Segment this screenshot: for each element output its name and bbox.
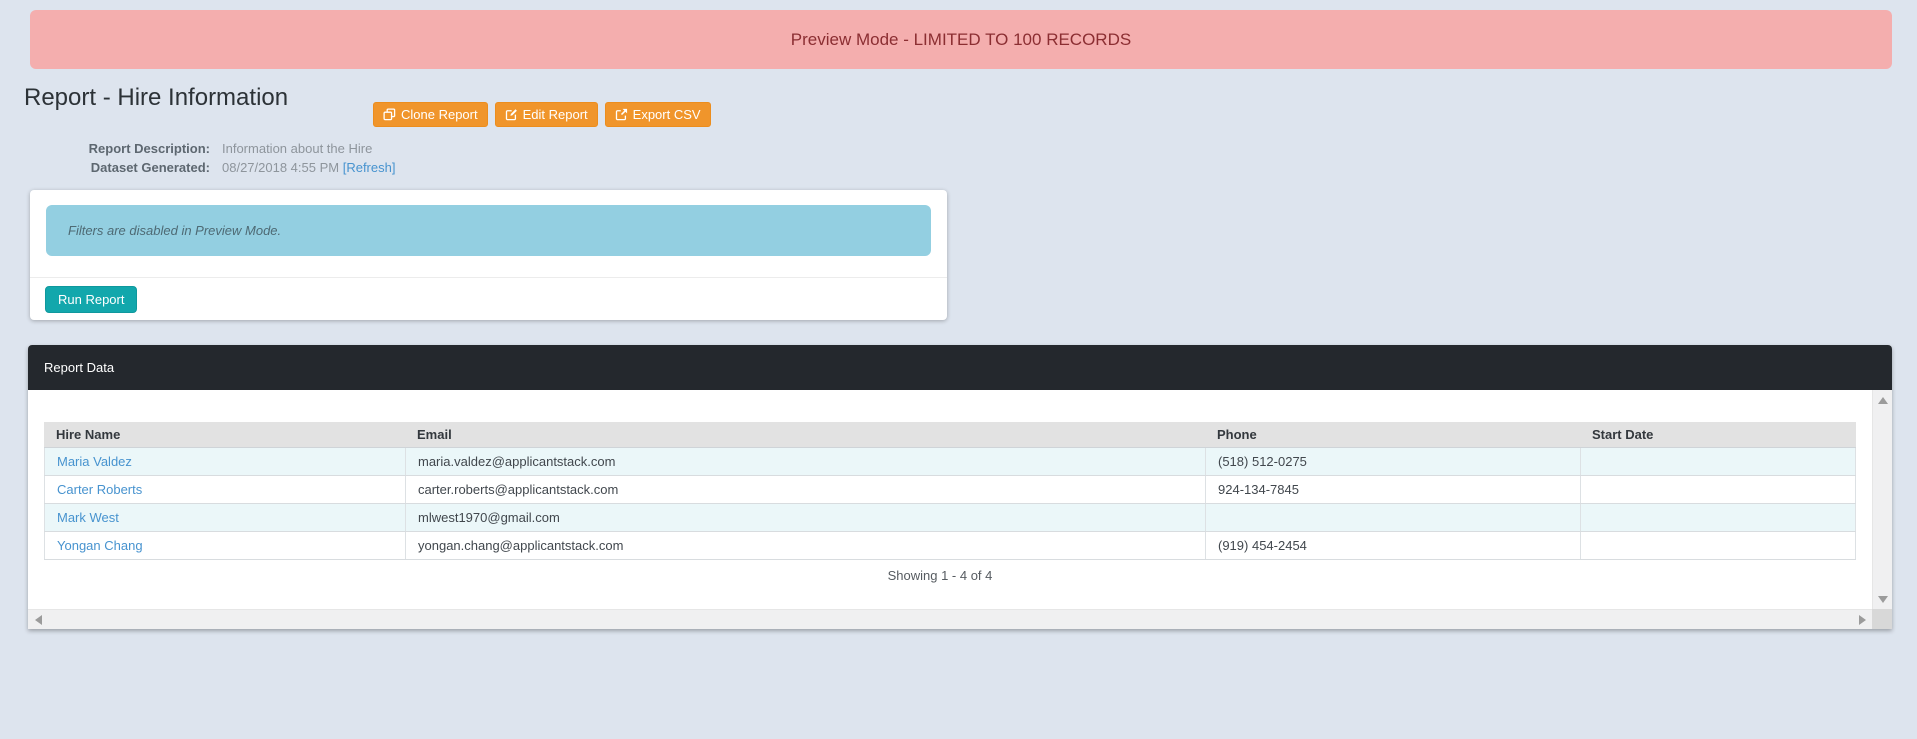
table-row: Maria Valdez maria.valdez@applicantstack… bbox=[44, 448, 1856, 476]
start-date-cell bbox=[1580, 532, 1856, 559]
report-data-header: Report Data bbox=[28, 345, 1892, 390]
dataset-generated-value: 08/27/2018 4:55 PM [Refresh] bbox=[222, 160, 396, 175]
report-data-panel: Report Data Hire Name Email Phone Start … bbox=[28, 345, 1892, 629]
card-divider bbox=[30, 277, 947, 278]
arrow-down-icon bbox=[1878, 595, 1888, 603]
phone-cell: 924-134-7845 bbox=[1205, 476, 1580, 503]
export-csv-label: Export CSV bbox=[632, 107, 701, 122]
column-header-hire-name: Hire Name bbox=[56, 427, 121, 442]
column-header-start-date: Start Date bbox=[1592, 427, 1654, 442]
phone-cell: (919) 454-2454 bbox=[1205, 532, 1580, 559]
filters-disabled-text: Filters are disabled in Preview Mode. bbox=[68, 223, 282, 238]
email-cell: carter.roberts@applicantstack.com bbox=[405, 476, 1205, 503]
hire-name-link[interactable]: Mark West bbox=[57, 510, 119, 525]
table-header-row: Hire Name Email Phone Start Date bbox=[44, 422, 1856, 448]
table-row: Yongan Chang yongan.chang@applicantstack… bbox=[44, 532, 1856, 560]
report-data-title: Report Data bbox=[44, 360, 115, 375]
report-description-row: Report Description: Information about th… bbox=[80, 139, 395, 158]
edit-report-button[interactable]: Edit Report bbox=[494, 102, 598, 127]
preview-mode-banner-text: Preview Mode - LIMITED TO 100 RECORDS bbox=[790, 29, 1132, 49]
clone-report-label: Clone Report bbox=[401, 107, 478, 122]
scroll-down-button[interactable] bbox=[1873, 589, 1893, 609]
email-cell: maria.valdez@applicantstack.com bbox=[405, 448, 1205, 475]
dataset-generated-row: Dataset Generated: 08/27/2018 4:55 PM [R… bbox=[80, 158, 396, 177]
hire-name-link[interactable]: Maria Valdez bbox=[57, 454, 132, 469]
scrollbar-corner bbox=[1872, 609, 1892, 629]
clone-icon bbox=[383, 108, 396, 121]
filters-card: Filters are disabled in Preview Mode. Ru… bbox=[30, 190, 947, 320]
start-date-cell bbox=[1580, 476, 1856, 503]
clone-report-button[interactable]: Clone Report bbox=[373, 102, 488, 127]
edit-report-label: Edit Report bbox=[522, 107, 588, 122]
filters-disabled-notice: Filters are disabled in Preview Mode. bbox=[46, 205, 931, 256]
report-description-value: Information about the Hire bbox=[222, 141, 373, 156]
report-description-label: Report Description: bbox=[88, 141, 210, 156]
page-title: Report - Hire Information bbox=[24, 84, 289, 111]
run-report-button[interactable]: Run Report bbox=[45, 286, 138, 313]
scroll-up-button[interactable] bbox=[1873, 390, 1893, 410]
report-toolbar: Clone Report Edit Report Export CSV bbox=[373, 102, 711, 127]
horizontal-scrollbar[interactable] bbox=[28, 609, 1872, 629]
hire-name-link[interactable]: Carter Roberts bbox=[57, 482, 142, 497]
export-icon bbox=[615, 108, 628, 121]
arrow-left-icon bbox=[34, 615, 42, 625]
hire-name-link[interactable]: Yongan Chang bbox=[57, 538, 143, 553]
pagination-status: Showing 1 - 4 of 4 bbox=[887, 568, 993, 583]
arrow-up-icon bbox=[1878, 396, 1888, 404]
table-row: Mark West mlwest1970@gmail.com bbox=[44, 504, 1856, 532]
phone-cell: (518) 512-0275 bbox=[1205, 448, 1580, 475]
preview-mode-banner: Preview Mode - LIMITED TO 100 RECORDS bbox=[30, 10, 1892, 69]
email-cell: mlwest1970@gmail.com bbox=[405, 504, 1205, 531]
arrow-right-icon bbox=[1858, 615, 1866, 625]
report-table: Hire Name Email Phone Start Date Maria V… bbox=[44, 422, 1856, 560]
phone-cell bbox=[1205, 504, 1580, 531]
column-header-phone: Phone bbox=[1217, 427, 1257, 442]
column-header-email: Email bbox=[417, 427, 452, 442]
scroll-left-button[interactable] bbox=[28, 610, 48, 630]
report-data-body: Hire Name Email Phone Start Date Maria V… bbox=[28, 390, 1892, 609]
table-row: Carter Roberts carter.roberts@applicants… bbox=[44, 476, 1856, 504]
scroll-right-button[interactable] bbox=[1852, 610, 1872, 630]
edit-icon bbox=[505, 108, 518, 121]
refresh-link[interactable]: [Refresh] bbox=[343, 160, 396, 175]
start-date-cell bbox=[1580, 504, 1856, 531]
email-cell: yongan.chang@applicantstack.com bbox=[405, 532, 1205, 559]
vertical-scrollbar[interactable] bbox=[1872, 390, 1892, 609]
report-meta: Report Description: Information about th… bbox=[80, 139, 396, 177]
start-date-cell bbox=[1580, 448, 1856, 475]
dataset-generated-label: Dataset Generated: bbox=[90, 160, 210, 175]
export-csv-button[interactable]: Export CSV bbox=[604, 102, 711, 127]
